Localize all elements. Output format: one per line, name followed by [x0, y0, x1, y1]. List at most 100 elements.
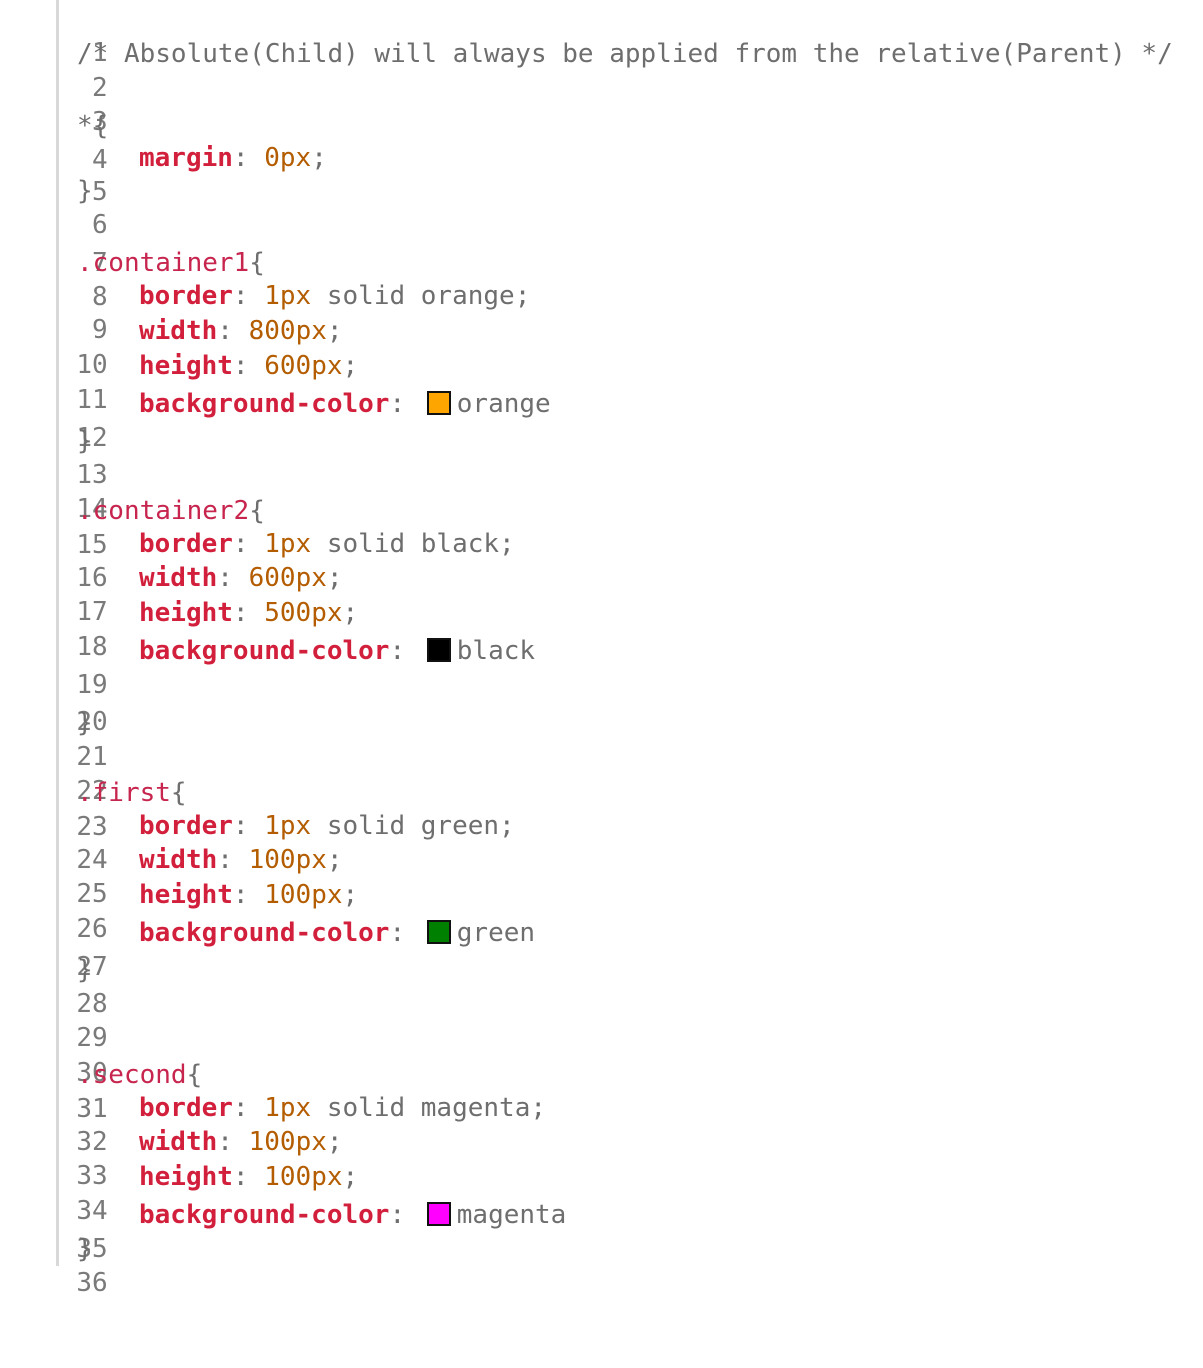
property-name: margin [139, 143, 233, 173]
code-line[interactable]: 19 background-color: black [0, 634, 535, 700]
code-line[interactable]: 1 [0, 2, 108, 68]
closing-brace: } [77, 1234, 93, 1264]
selector: .container1 [77, 248, 250, 278]
code-line[interactable]: 6 } [0, 174, 108, 240]
code-editor[interactable]: 1 2 /* Absolute(Child) will always be ap… [0, 0, 1203, 1298]
property-name: width [139, 845, 218, 875]
semicolon: ; [326, 316, 343, 346]
property-name: background-color [139, 389, 390, 419]
code-line[interactable]: 34 height: 100px; [0, 1160, 358, 1226]
code-line[interactable]: 27 background-color: green [0, 916, 535, 982]
code-line[interactable]: 24 border: 1px solid green; [0, 809, 514, 875]
code-line[interactable]: 29 [0, 987, 107, 1053]
property-name: height [139, 1162, 233, 1192]
code-line[interactable]: 16 border: 1px solid black; [0, 527, 514, 593]
code-line[interactable]: 25 width: 100px; [0, 843, 342, 909]
code-line[interactable]: 26 height: 100px; [0, 878, 358, 944]
number-value: 100 [248, 845, 296, 875]
code-line[interactable]: 32 border: 1px solid magenta; [0, 1091, 546, 1157]
unit: px [279, 1093, 312, 1123]
semicolon: ; [342, 880, 359, 910]
unit: px [311, 351, 343, 381]
code-line[interactable]: 22 [0, 740, 107, 806]
property-name: width [139, 563, 218, 593]
color-swatch[interactable] [426, 391, 451, 415]
code-line[interactable]: 8 .container1{ [0, 246, 265, 312]
semicolon: ; [326, 1127, 343, 1157]
opening-brace: { [249, 496, 265, 526]
unit: px [279, 811, 312, 841]
opening-brace: { [170, 778, 187, 808]
color-swatch[interactable] [426, 638, 451, 662]
code-line[interactable]: 13 } [0, 424, 107, 490]
unit: px [311, 598, 343, 628]
code-line[interactable]: 36 } [0, 1232, 107, 1298]
color-value: black [456, 636, 536, 666]
property-name: border [139, 1093, 233, 1123]
semicolon: ; [342, 351, 359, 381]
code-line[interactable]: 18 height: 500px; [0, 596, 358, 662]
code-line[interactable]: 11 height: 600px; [0, 349, 358, 415]
color-value: green [456, 918, 536, 948]
code-line[interactable]: 3 [0, 71, 108, 137]
semicolon: ; [311, 143, 327, 173]
semicolon: ; [326, 563, 343, 593]
unit: px [295, 1127, 327, 1157]
opening-brace: { [186, 1060, 203, 1090]
code-line[interactable]: 14 [0, 458, 107, 524]
unit: px [295, 316, 327, 346]
property-name: height [139, 351, 233, 381]
code-line[interactable]: 21 } [0, 706, 107, 772]
code-line[interactable]: 33 width: 100px; [0, 1125, 342, 1191]
number-value: 100 [248, 1127, 296, 1157]
unit: px [279, 281, 312, 311]
code-line[interactable]: 30 [0, 1022, 107, 1088]
property-name: width [139, 316, 218, 346]
semicolon: ; [342, 598, 359, 628]
code-line[interactable]: 28 } [0, 953, 107, 1019]
code-line[interactable]: 12 background-color: orange [0, 387, 550, 453]
closing-brace: } [77, 708, 93, 738]
code-line[interactable]: 20 [0, 671, 107, 737]
value-text: solid magenta; [311, 1093, 547, 1123]
code-line[interactable]: 9 border: 1px solid orange; [0, 279, 530, 345]
unit: px [295, 845, 327, 875]
property-name: height [139, 598, 233, 628]
number-value: 100 [264, 1162, 312, 1192]
unit: px [311, 1162, 343, 1192]
unit: px [311, 880, 343, 910]
code-line[interactable]: 23 .first{ [0, 776, 186, 842]
selector: .container2 [77, 496, 250, 526]
color-swatch[interactable] [426, 1202, 451, 1226]
number-value: 0 [264, 143, 280, 173]
code-line[interactable]: 5 margin: 0px; [0, 141, 327, 207]
selector: .second [77, 1060, 187, 1090]
number-value: 600 [264, 351, 312, 381]
property-name: background-color [139, 918, 390, 948]
comment-text: /* Absolute(Child) will always be applie… [77, 39, 1173, 69]
code-line[interactable]: 35 background-color: magenta [0, 1198, 566, 1264]
semicolon: ; [326, 845, 343, 875]
value-text: solid green; [311, 811, 515, 841]
code-line[interactable]: 31 .second{ [0, 1058, 202, 1124]
number-value: 1 [264, 281, 280, 311]
code-line[interactable]: 2 /* Absolute(Child) will always be appl… [0, 37, 1173, 103]
closing-brace: } [77, 426, 93, 456]
color-swatch[interactable] [426, 920, 451, 944]
number-value: 500 [264, 598, 312, 628]
property-name: background-color [139, 1200, 390, 1230]
code-line[interactable]: 4 *{ [0, 109, 108, 175]
property-name: border [139, 811, 233, 841]
code-line[interactable]: 17 width: 600px; [0, 561, 342, 627]
number-value: 1 [264, 811, 280, 841]
code-line[interactable]: 7 [0, 212, 108, 278]
closing-brace: } [77, 955, 93, 985]
code-line[interactable]: 10 width: 800px; [0, 314, 342, 380]
number-value: 1 [264, 1093, 280, 1123]
color-value: magenta [456, 1200, 567, 1230]
number-value: 100 [264, 880, 312, 910]
value-text: solid orange; [311, 281, 531, 311]
code-line[interactable]: 15 .container2{ [0, 494, 265, 560]
property-name: width [139, 1127, 218, 1157]
unit: px [279, 529, 312, 559]
